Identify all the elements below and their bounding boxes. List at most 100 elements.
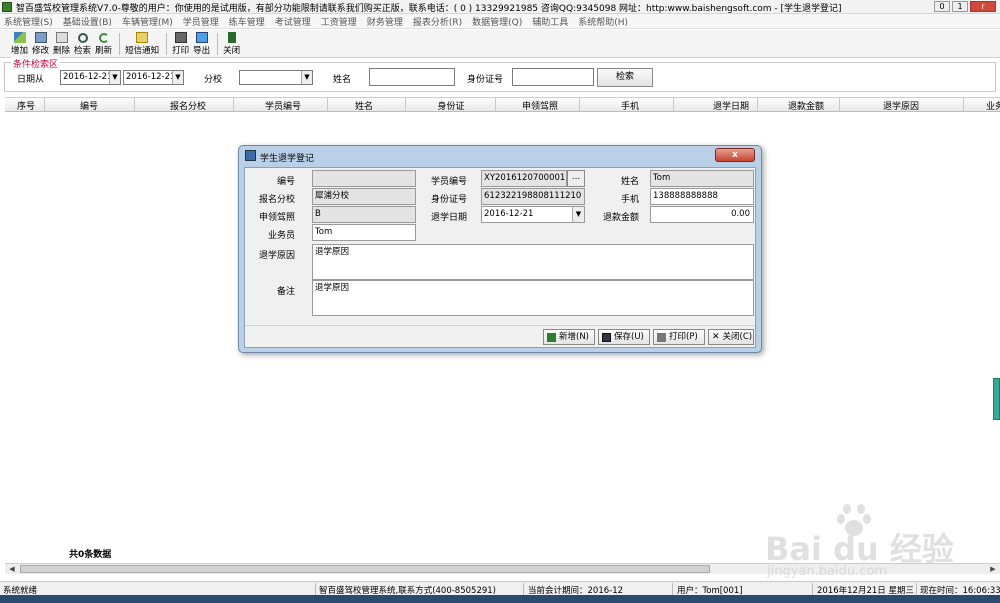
menu-salary[interactable]: 工资管理 [321, 15, 357, 28]
idcard-field-label: 身份证号 [430, 195, 467, 205]
column-header-code[interactable]: 编号 [79, 99, 99, 112]
branch-label: 分校 [204, 75, 223, 85]
name-field: Tom [650, 170, 754, 187]
save-button[interactable]: 保存(U) [598, 329, 650, 345]
date-from-picker[interactable]: 2016-12-21 ▼ [60, 70, 121, 85]
menu-reports[interactable]: 报表分析(R) [413, 15, 462, 28]
branch-select[interactable]: ▼ [239, 70, 313, 85]
app-icon [2, 2, 12, 12]
student-no-label: 学员编号 [430, 177, 467, 187]
withdraw-date-picker[interactable]: 2016-12-21 ▼ [481, 206, 585, 223]
search-button[interactable]: 检索 [73, 33, 92, 57]
column-header-withdraw-date[interactable]: 退学日期 [711, 99, 751, 112]
dialog-icon [245, 150, 256, 161]
delete-button[interactable]: 删除 [52, 32, 71, 57]
reason-textarea[interactable]: 退学原因 [312, 244, 754, 280]
column-header-student-no[interactable]: 学员编号 [263, 99, 303, 112]
restore-button[interactable]: 1 [952, 1, 968, 12]
condition-search-button[interactable]: 检索 [597, 68, 653, 87]
sms-button[interactable]: 短信通知 [124, 32, 160, 57]
print-button[interactable]: 打印 [171, 32, 190, 57]
export-icon [195, 32, 208, 43]
code-field [312, 170, 416, 187]
menu-system[interactable]: 系统管理(S) [4, 15, 53, 28]
idcard-field: 612322198808111210 [481, 188, 585, 205]
dialog-close-button[interactable]: x [715, 148, 755, 162]
dialog-footer: 新增(N) 保存(U) 打印(P) ✕ 关闭(C) [245, 325, 755, 347]
student-browse-button[interactable]: ... [567, 170, 585, 187]
license-field: B [312, 206, 416, 223]
new-icon [547, 332, 556, 342]
scroll-right-icon[interactable]: ▶ [987, 564, 999, 574]
chevron-down-icon: ▼ [572, 207, 584, 222]
code-label: 编号 [276, 177, 295, 187]
column-header-mobile[interactable]: 手机 [620, 99, 640, 112]
dialog-body: 编号 学员编号 XY2016120700001 ... 姓名 Tom 报名分校 … [244, 167, 756, 348]
idcard-search-input[interactable] [512, 68, 594, 86]
withdraw-date-label: 退学日期 [430, 213, 467, 223]
save-icon [602, 332, 611, 342]
menu-basic-settings[interactable]: 基础设置(B) [63, 15, 112, 28]
remark-textarea[interactable]: 退学原因 [312, 280, 754, 316]
horizontal-scrollbar[interactable]: ◀ ▶ [5, 563, 1000, 574]
delete-icon [55, 32, 68, 43]
column-header-reason[interactable]: 退学原因 [881, 99, 921, 112]
toolbar-separator [119, 33, 121, 55]
refund-input[interactable]: 0.00 [650, 206, 754, 223]
dialog-title: 学生退学登记 [260, 154, 315, 164]
dialog-print-button[interactable]: 打印(P) [653, 329, 705, 345]
window-close-button[interactable]: r [970, 1, 996, 12]
column-header-business[interactable]: 业务 [980, 99, 1000, 112]
exit-icon [227, 32, 236, 43]
status-bar: 系统就绪 智百盛驾校管理系统,联系方式(400-8505291) 当前会计期间：… [0, 581, 1000, 596]
column-header-name[interactable]: 姓名 [354, 99, 374, 112]
record-count: 共0条数据 [69, 550, 112, 560]
printer-icon [174, 32, 187, 43]
add-button[interactable]: 增加 [10, 32, 29, 57]
column-header-idcard[interactable]: 身份证 [436, 99, 466, 112]
column-header-license[interactable]: 申领驾照 [520, 99, 560, 112]
search-icon [77, 33, 88, 43]
dialog-close-action-button[interactable]: ✕ 关闭(C) [708, 329, 754, 345]
scroll-left-icon[interactable]: ◀ [6, 564, 18, 574]
column-header-refund[interactable]: 退款金额 [786, 99, 826, 112]
close-tool-button[interactable]: 关闭 [222, 32, 241, 57]
export-button[interactable]: 导出 [192, 32, 211, 57]
column-header-seq[interactable]: 序号 [16, 99, 36, 112]
menu-student[interactable]: 学员管理 [183, 15, 219, 28]
window-titlebar: 智百盛驾校管理系统V7.0-尊敬的用户：你使用的是试用版，有部分功能限制请联系我… [0, 0, 1000, 14]
edit-button[interactable]: 修改 [31, 32, 50, 57]
menu-exam[interactable]: 考试管理 [275, 15, 311, 28]
side-tab[interactable] [993, 378, 1000, 420]
name-search-input[interactable] [369, 68, 455, 86]
toolbar-separator [217, 33, 219, 55]
menu-tools[interactable]: 辅助工具 [532, 15, 568, 28]
minimize-button[interactable]: 0 [934, 1, 950, 12]
column-header-branch[interactable]: 报名分校 [168, 99, 208, 112]
window-controls: 0 1 r [934, 1, 996, 12]
menu-finance[interactable]: 财务管理 [367, 15, 403, 28]
student-no-field: XY2016120700001 [481, 170, 567, 187]
menu-help[interactable]: 系统帮助(H) [578, 15, 628, 28]
branch-field: 犀浦分校 [312, 188, 416, 205]
new-button[interactable]: 新增(N) [543, 329, 595, 345]
close-icon: ✕ [712, 332, 720, 342]
menu-bar: 系统管理(S) 基础设置(B) 车辆管理(M) 学员管理 练车管理 考试管理 工… [0, 14, 1000, 29]
menu-data[interactable]: 数据管理(Q) [472, 15, 522, 28]
mobile-input[interactable]: 138888888888 [650, 188, 754, 205]
refresh-button[interactable]: 刷新 [94, 33, 113, 57]
refresh-icon [98, 33, 109, 43]
scrollbar-thumb[interactable] [20, 565, 710, 573]
branch-field-label: 报名分校 [258, 195, 295, 205]
reason-label: 退学原因 [258, 251, 295, 261]
menu-practice[interactable]: 练车管理 [229, 15, 265, 28]
agent-input[interactable]: Tom [312, 224, 416, 241]
agent-label: 业务员 [267, 231, 295, 241]
date-from-label: 日期从 [17, 75, 45, 85]
dialog-titlebar[interactable]: 学生退学登记 x [239, 146, 761, 166]
refund-label: 退款金额 [602, 213, 639, 223]
toolbar: 增加 修改 删除 检索 刷新 短信通知 打印 导出 关闭 [0, 30, 1000, 58]
menu-vehicle[interactable]: 车辆管理(M) [122, 15, 173, 28]
chevron-down-icon: ▼ [301, 71, 312, 84]
date-to-picker[interactable]: 2016-12-21 ▼ [123, 70, 184, 85]
